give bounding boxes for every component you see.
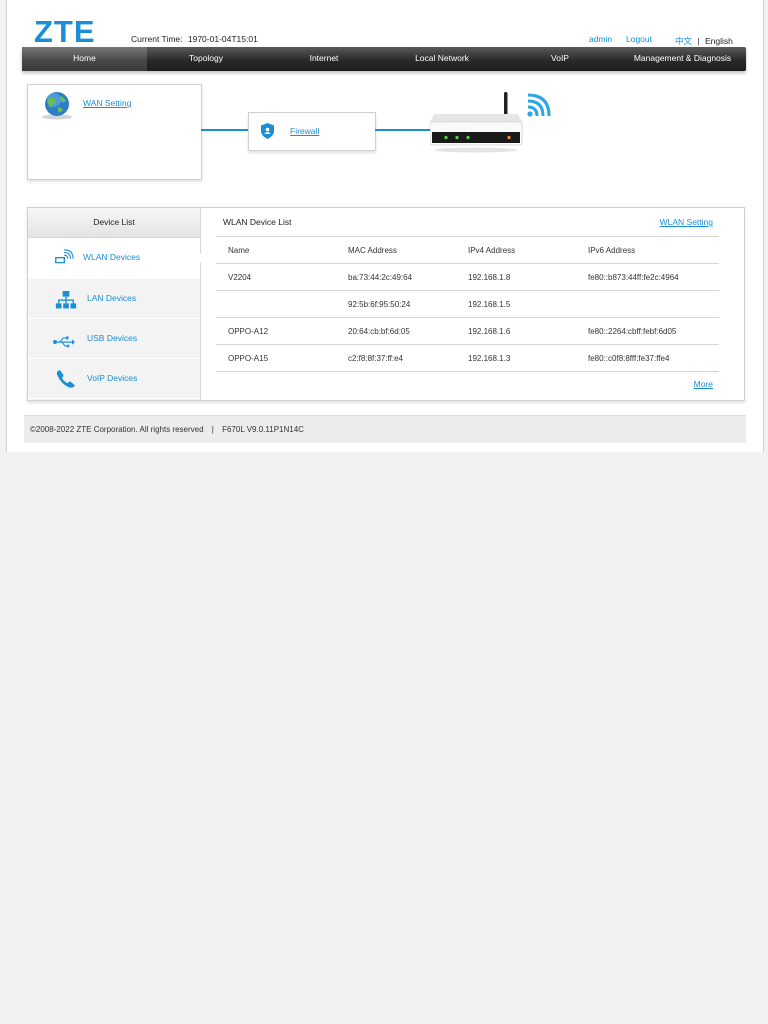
tab-home[interactable]: Home [22,47,147,71]
cell-name: OPPO-A12 [216,317,336,345]
sidebar-item-label-lan: LAN Devices [87,293,137,303]
table-header-row: Name MAC Address IPv4 Address IPv6 Addre… [216,236,719,264]
connection-line-2 [375,129,432,131]
current-time-label: Current Time: [131,34,183,44]
column-header-ipv6: IPv6 Address [576,236,719,264]
user-name: admin [589,34,612,44]
usb-icon [53,336,75,348]
column-header-ipv4: IPv4 Address [456,236,576,264]
table-row: V2204 ba:73:44:2c:49:64 192.168.1.8 fe80… [216,263,719,291]
language-switcher: 中文 | English [675,35,733,47]
cell-ipv4: 192.168.1.3 [456,344,576,372]
more-link[interactable]: More [694,379,713,389]
tab-topology[interactable]: Topology [147,47,265,71]
wlan-setting-link[interactable]: WLAN Setting [660,217,713,227]
firmware-version: F670L V9.0.11P1N14C [222,425,304,434]
cell-name [216,290,336,318]
wifi-signal-icon [527,93,551,117]
admin-link[interactable]: admin [589,34,612,44]
lan-network-icon [55,291,77,309]
wan-card: WAN Setting [27,84,202,180]
sidebar-item-usb-devices[interactable]: USB Devices [28,319,200,359]
connection-line [201,129,249,131]
cell-ipv6 [576,290,719,318]
wlan-device-list: WLAN Device List WLAN Setting Name MAC A… [201,208,744,400]
cell-ipv4: 192.168.1.8 [456,263,576,291]
wlan-icon [55,249,74,264]
cell-name: V2204 [216,263,336,291]
cell-ipv6: fe80::b873:44ff:fe2c:4964 [576,263,719,291]
footer: ©2008-2022 ZTE Corporation. All rights r… [24,415,746,443]
sidebar-item-label-wlan: WLAN Devices [83,252,141,262]
cell-mac: 92:5b:6f:95:50:24 [336,290,456,318]
router-icon [430,92,523,153]
tab-management-diagnosis[interactable]: Management & Diagnosis [619,47,746,71]
shield-icon [261,123,274,139]
current-time: Current Time: 1970-01-04T15:01 [128,34,258,44]
cell-mac: 20:64:cb:bf:6d:05 [336,317,456,345]
lang-separator: | [697,36,700,46]
sidebar-item-wlan-devices[interactable]: WLAN Devices [28,238,200,279]
cell-ipv6: fe80::2264:cbff:febf:6d05 [576,317,719,345]
footer-separator: | [211,425,214,434]
table-row: 92:5b:6f:95:50:24 192.168.1.5 [216,290,719,318]
copyright-text: ©2008-2022 ZTE Corporation. All rights r… [30,425,204,434]
tab-local-network[interactable]: Local Network [383,47,501,71]
cell-ipv6: fe80::c0f8:8fff:fe37:ffe4 [576,344,719,372]
cell-ipv4: 192.168.1.6 [456,317,576,345]
device-table: Name MAC Address IPv4 Address IPv6 Addre… [216,236,719,372]
lang-chinese-link[interactable]: 中文 [675,36,692,46]
zte-logo: ZTE [34,14,96,49]
cell-mac: c2:f8:8f:37:ff:e4 [336,344,456,372]
firewall-card: Firewall [248,112,376,151]
wlan-device-list-title: WLAN Device List [223,217,292,227]
current-time-value: 1970-01-04T15:01 [187,34,258,44]
table-row: OPPO-A15 c2:f8:8f:37:ff:e4 192.168.1.3 f… [216,344,719,372]
cell-mac: ba:73:44:2c:49:64 [336,263,456,291]
logout-link[interactable]: Logout [626,34,652,44]
device-sidebar: Device List WLAN Devices LAN Devices USB… [28,208,201,400]
sidebar-item-label-usb: USB Devices [87,333,138,343]
main-nav: Home Topology Internet Local Network VoI… [22,47,746,71]
table-row: OPPO-A12 20:64:cb:bf:6d:05 192.168.1.6 f… [216,317,719,345]
globe-icon [42,92,72,120]
cell-ipv4: 192.168.1.5 [456,290,576,318]
tab-internet[interactable]: Internet [265,47,383,71]
tab-voip[interactable]: VoIP [501,47,619,71]
firewall-link[interactable]: Firewall [290,126,319,136]
sidebar-item-label-voip: VoIP Devices [87,373,138,383]
column-header-mac: MAC Address [336,236,456,264]
sidebar-item-voip-devices[interactable]: VoIP Devices [28,359,200,399]
device-panel: Device List WLAN Devices LAN Devices USB… [27,207,745,401]
cell-name: OPPO-A15 [216,344,336,372]
logout-wrapper: Logout [626,34,652,44]
wan-setting-link[interactable]: WAN Setting [83,98,131,108]
lang-english-link[interactable]: English [705,36,733,46]
device-list-title: Device List [28,208,200,238]
sidebar-item-lan-devices[interactable]: LAN Devices [28,279,200,319]
column-header-name: Name [216,236,336,264]
phone-icon [56,370,75,388]
